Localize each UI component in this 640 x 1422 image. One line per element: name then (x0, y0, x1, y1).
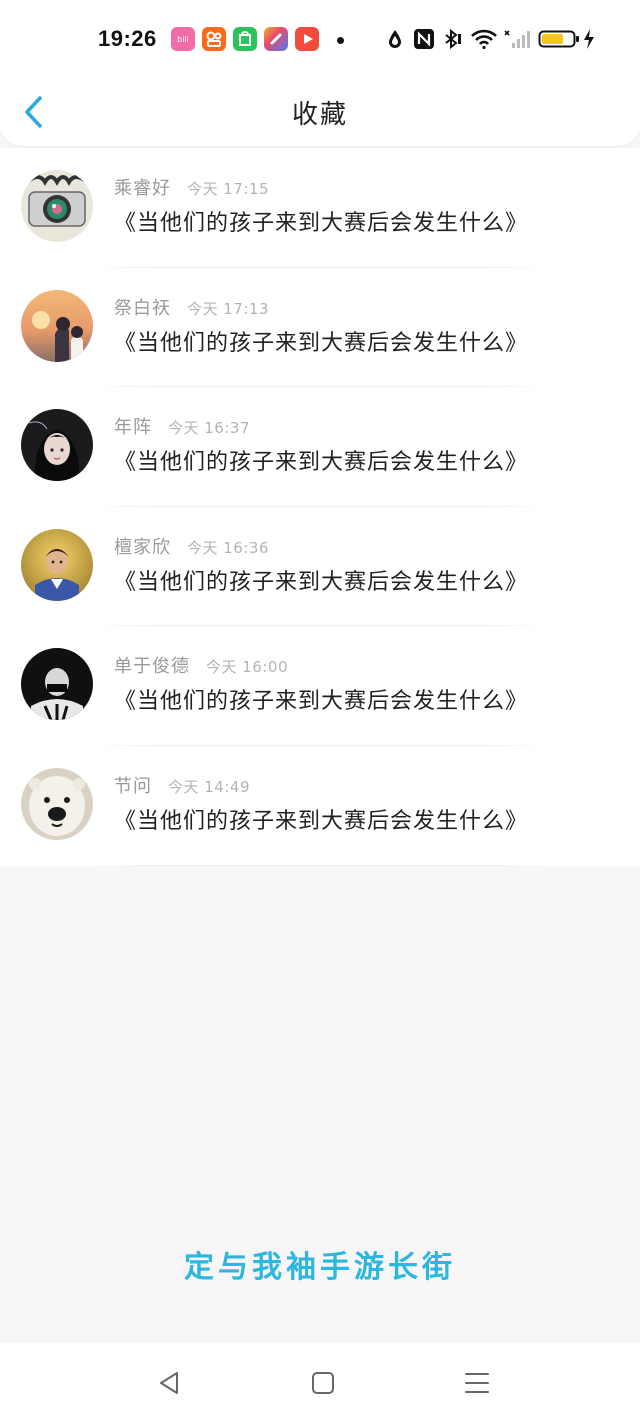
multicolor-app-icon (264, 27, 288, 51)
favorite-item[interactable]: 单于俊德 今天 16:00 《当他们的孩子来到大赛后会发生什么》 (0, 626, 640, 746)
timestamp: 今天 14:49 (168, 777, 250, 796)
timestamp: 今天 16:36 (187, 538, 269, 557)
header: 收藏 (0, 80, 640, 146)
favorites-list: 乘睿好 今天 17:15 《当他们的孩子来到大赛后会发生什么》 祭白祆 今天 1… (0, 148, 640, 866)
favorite-item[interactable]: 祭白祆 今天 17:13 《当他们的孩子来到大赛后会发生什么》 (0, 268, 640, 388)
water-drop-icon (389, 30, 401, 48)
item-meta: 乘睿好 今天 17:15 (114, 174, 269, 200)
item-meta: 祭白祆 今天 17:13 (114, 294, 269, 320)
item-title: 《当他们的孩子来到大赛后会发生什么》 (114, 689, 529, 715)
favorite-item[interactable]: 年阵 今天 16:37 《当他们的孩子来到大赛后会发生什么》 (0, 387, 640, 507)
item-meta: 节问 今天 14:49 (114, 772, 250, 798)
kuaishou-app-icon (202, 27, 226, 51)
charging-icon (584, 29, 594, 49)
avatar (21, 528, 93, 601)
bluetooth-icon (445, 28, 461, 50)
notification-dot (337, 37, 344, 44)
item-title: 《当他们的孩子来到大赛后会发生什么》 (114, 808, 529, 834)
status-time: 19:26 (98, 26, 157, 51)
shopping-app-icon (233, 27, 257, 51)
hamburger-menu-icon (465, 1373, 489, 1393)
timestamp: 今天 17:13 (187, 299, 269, 318)
author-name: 单于俊德 (114, 656, 190, 678)
timestamp: 今天 17:15 (187, 180, 269, 198)
avatar (21, 289, 93, 362)
avatar (21, 409, 93, 482)
item-title: 《当他们的孩子来到大赛后会发生什么》 (114, 450, 529, 476)
item-title: 《当他们的孩子来到大赛后会发生什么》 (114, 569, 529, 595)
item-title: 《当他们的孩子来到大赛后会发生什么》 (114, 330, 529, 356)
avatar (21, 170, 93, 242)
author-name: 年阵 (114, 417, 152, 439)
nfc-icon (414, 29, 434, 49)
item-title: 《当他们的孩子来到大赛后会发生什么》 (114, 211, 529, 236)
divider (90, 864, 550, 866)
footer-slogan: 定与我袖手游长街 (184, 1250, 456, 1285)
svg-text:bili: bili (177, 35, 189, 44)
author-name: 祭白祆 (114, 297, 171, 319)
status-bar: 19:26 bili (0, 0, 640, 80)
nav-menu-button[interactable] (462, 1368, 492, 1398)
nav-back-button[interactable] (155, 1368, 185, 1398)
triangle-back-icon (160, 1372, 178, 1394)
square-home-icon (312, 1372, 334, 1394)
signal-icon (504, 30, 530, 48)
navigation-bar (0, 1343, 640, 1422)
item-meta: 年阵 今天 16:37 (114, 413, 250, 439)
author-name: 节问 (114, 775, 152, 797)
video-app-icon (295, 27, 319, 51)
item-meta: 单于俊德 今天 16:00 (114, 652, 288, 678)
item-meta: 檀家欣 今天 16:36 (114, 533, 269, 559)
avatar (21, 648, 93, 721)
favorite-item[interactable]: 节问 今天 14:49 《当他们的孩子来到大赛后会发生什么》 (0, 746, 640, 866)
wifi-icon (471, 29, 497, 50)
bilibili-app-icon: bili (171, 27, 195, 51)
nav-home-button[interactable] (308, 1368, 338, 1398)
timestamp: 今天 16:37 (168, 419, 250, 438)
favorite-item[interactable]: 檀家欣 今天 16:36 《当他们的孩子来到大赛后会发生什么》 (0, 507, 640, 627)
author-name: 乘睿好 (114, 178, 171, 199)
page-title: 收藏 (291, 100, 348, 130)
author-name: 檀家欣 (114, 536, 171, 558)
battery-icon (538, 30, 579, 48)
timestamp: 今天 16:00 (206, 658, 288, 677)
favorite-item[interactable]: 乘睿好 今天 17:15 《当他们的孩子来到大赛后会发生什么》 (0, 148, 640, 268)
avatar (21, 767, 93, 840)
